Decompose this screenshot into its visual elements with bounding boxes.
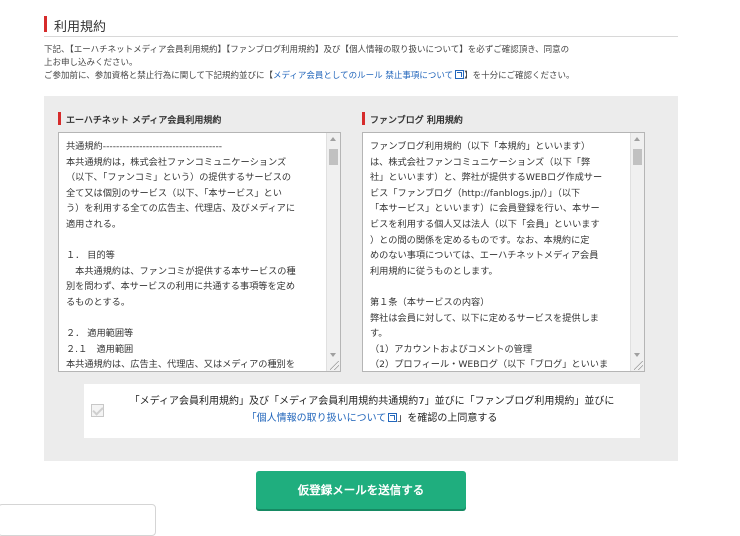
media-terms-textarea[interactable]: 共通規約------------------------------------… (58, 132, 341, 372)
media-terms-section: エーハチネット メディア会員利用規約 共通規約-----------------… (58, 106, 348, 372)
media-terms-header: エーハチネット メディア会員利用規約 (58, 108, 348, 128)
resize-grip-icon[interactable] (330, 361, 339, 370)
media-terms-body: 共通規約------------------------------------… (66, 141, 296, 371)
notice-line-2: 上お申し込みください。 (44, 58, 138, 68)
fanblog-terms-body: ファンブログ利用規約（以下「本規約」といいます） は、株式会社ファンコミュニケー… (370, 141, 609, 371)
external-link-icon (455, 70, 465, 79)
notice-text: 下記、【エーハチネットメディア会員利用規約】【ファンブログ利用規約】及び【個人情… (44, 44, 684, 83)
agreement-suffix: 」を確認の上同意する (397, 413, 498, 424)
floating-box (0, 504, 156, 536)
scroll-down-icon[interactable] (330, 353, 336, 357)
terms-panel: エーハチネット メディア会員利用規約 共通規約-----------------… (44, 96, 678, 461)
fanblog-terms-scrollbar[interactable] (630, 133, 644, 371)
privacy-link-text[interactable]: 「個人情報の取り扱いについて (247, 413, 387, 424)
fanblog-terms-accent-bar (362, 112, 365, 125)
scroll-up-icon[interactable] (634, 137, 640, 141)
media-terms-heading: エーハチネット メディア会員利用規約 (66, 116, 222, 126)
fanblog-terms-header: ファンブログ 利用規約 (362, 108, 652, 128)
section-accent-bar (44, 16, 47, 32)
agree-checkbox[interactable] (91, 404, 104, 417)
scroll-thumb[interactable] (633, 149, 642, 165)
notice-line-3-suffix: 】を十分にご確認ください。 (464, 71, 575, 81)
scroll-thumb[interactable] (329, 149, 338, 165)
fanblog-terms-section: ファンブログ 利用規約 ファンブログ利用規約（以下「本規約」といいます） は、株… (362, 106, 652, 372)
rules-link[interactable]: メディア会員としてのルール 禁止事項について (273, 70, 465, 81)
privacy-policy-link[interactable]: 「個人情報の取り扱いについて (247, 413, 398, 424)
send-registration-email-button[interactable]: 仮登録メールを送信する (256, 471, 466, 509)
agreement-text-line-1[interactable]: 「メディア会員利用規約」及び「メディア会員利用規約共通規約7」並びに「ファンブロ… (112, 393, 632, 410)
rules-link-text[interactable]: メディア会員としてのルール 禁止事項について (273, 71, 453, 81)
notice-line-1: 下記、【エーハチネットメディア会員利用規約】【ファンブログ利用規約】及び【個人情… (44, 45, 570, 55)
notice-line-3: ご参加前に、参加資格と禁止行為に関して下記規約並びに【メディア会員としてのルール… (44, 70, 684, 83)
media-terms-accent-bar (58, 112, 61, 125)
notice-line-3-prefix: ご参加前に、参加資格と禁止行為に関して下記規約並びに【 (44, 71, 273, 81)
resize-grip-icon[interactable] (634, 361, 643, 370)
agreement-box: 「メディア会員利用規約」及び「メディア会員利用規約共通規約7」並びに「ファンブロ… (84, 384, 640, 438)
fanblog-terms-heading: ファンブログ 利用規約 (370, 116, 463, 126)
scroll-down-icon[interactable] (634, 353, 640, 357)
scroll-up-icon[interactable] (330, 137, 336, 141)
media-terms-scrollbar[interactable] (326, 133, 340, 371)
section-header: 利用規約 (44, 14, 678, 37)
fanblog-terms-textarea[interactable]: ファンブログ利用規約（以下「本規約」といいます） は、株式会社ファンコミュニケー… (362, 132, 645, 372)
external-link-icon (388, 413, 398, 422)
agreement-label[interactable]: 「メディア会員利用規約」及び「メディア会員利用規約共通規約7」並びに「ファンブロ… (112, 393, 632, 427)
agreement-text-line-2[interactable]: 「個人情報の取り扱いについて 」を確認の上同意する (112, 410, 632, 427)
section-title: 利用規約 (54, 20, 107, 35)
